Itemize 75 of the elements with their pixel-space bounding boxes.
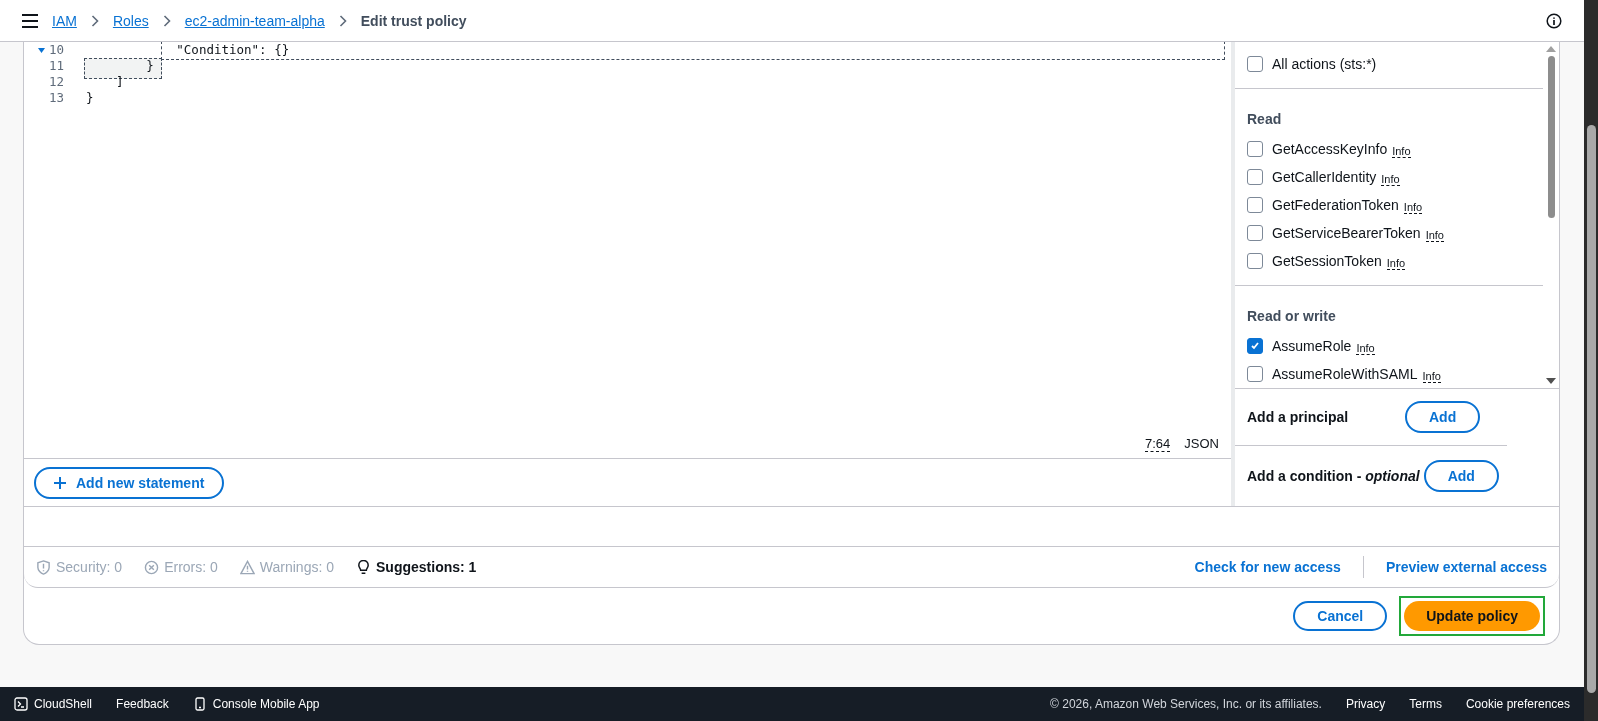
caret-down-icon[interactable] [1546,378,1556,384]
fold-arrow-icon[interactable] [37,46,45,54]
code-editor[interactable]: 10 "Condition": {} 11 } 12 ] 13 } [24,42,1231,436]
menu-icon[interactable] [22,13,38,28]
code-line: "Condition": {} [176,42,290,57]
checkbox-label: All actions (sts:*) [1272,56,1377,72]
info-link[interactable]: Info [1422,369,1441,383]
language-label: JSON [1184,436,1219,452]
info-link[interactable]: Info [1381,172,1400,186]
info-link[interactable]: Info [1425,228,1444,242]
footer-link[interactable]: Feedback [116,697,169,711]
checkbox-label: GetAccessKeyInfo [1272,141,1388,157]
checkbox[interactable] [1247,56,1263,72]
add-principal-button[interactable]: Add [1405,401,1481,433]
checkbox[interactable] [1247,169,1263,185]
checkbox-label: GetSessionToken [1272,253,1382,269]
line-number: 11 [48,58,64,74]
checkbox-label: GetServiceBearerToken [1272,225,1421,241]
condition-label: Add a condition - optional [1247,468,1420,484]
code-line: ] [116,74,124,89]
checkbox[interactable] [1247,141,1263,157]
lightbulb-icon [356,559,371,575]
access-link[interactable]: Check for new access [1194,559,1341,575]
plus-icon [54,476,66,489]
principal-label: Add a principal [1247,409,1350,425]
breadcrumb-link[interactable]: Roles [112,12,149,29]
add-statement-button[interactable]: Add new statement [34,466,225,499]
info-link[interactable]: Info [1392,144,1411,158]
code-line: } [146,58,154,73]
group-title: Read or write [1247,308,1337,324]
scrollbar-thumb[interactable] [1547,56,1555,218]
footer-link[interactable]: Console Mobile App [192,697,320,711]
cursor-position: 7:64 [1145,436,1171,452]
error-icon [144,559,160,575]
info-link[interactable]: Info [1403,200,1423,214]
caret-up-icon[interactable] [1546,46,1556,52]
checkbox-label: GetFederationToken [1272,197,1399,213]
checkbox[interactable] [1247,197,1263,213]
info-icon[interactable] [1546,12,1562,29]
checkmark-icon [1250,341,1260,351]
checkbox-label: AssumeRoleWithSAML [1272,366,1418,382]
checkbox[interactable] [1247,253,1263,269]
breadcrumb-link[interactable]: ec2-admin-team-alpha [184,12,325,29]
footer-link[interactable]: Privacy [1345,697,1386,711]
chevron-right-icon [162,14,171,27]
shield-icon [36,559,51,575]
checkbox[interactable] [1247,338,1263,354]
copyright: © 2026, Amazon Web Services, Inc. or its affiliates. [1050,697,1322,711]
warning-icon [239,559,255,575]
checkbox-label: GetCallerIdentity [1272,169,1377,185]
checkbox-label: AssumeRole [1272,338,1352,354]
footer-link[interactable]: CloudShell [14,697,93,711]
group-title: Read [1247,111,1283,127]
line-number: 10 [48,42,64,58]
update-policy-button[interactable]: Update policy [1404,601,1540,631]
checkbox[interactable] [1247,366,1263,382]
breadcrumb-link[interactable]: IAM [52,12,77,29]
phone-icon [192,697,207,711]
cancel-button[interactable]: Cancel [1293,601,1388,631]
breadcrumb-current[interactable]: Edit trust policy [360,12,467,29]
info-link[interactable]: Info [1386,256,1406,270]
chevron-right-icon [338,14,347,27]
access-link[interactable]: Preview external access [1385,559,1547,575]
terminal-icon [14,697,28,711]
code-line: } [86,90,94,105]
line-number: 12 [48,74,64,90]
chevron-right-icon [90,14,99,27]
validation-count[interactable]: Suggestions: 1 [356,559,477,575]
scrollbar[interactable] [1584,0,1598,721]
info-link[interactable]: Info [1356,341,1375,355]
footer-link[interactable]: Cookie preferences [1465,697,1570,711]
footer-link[interactable]: Terms [1409,697,1442,711]
checkbox[interactable] [1247,225,1263,241]
add-condition-button[interactable]: Add [1423,460,1499,492]
line-number: 13 [48,90,64,106]
